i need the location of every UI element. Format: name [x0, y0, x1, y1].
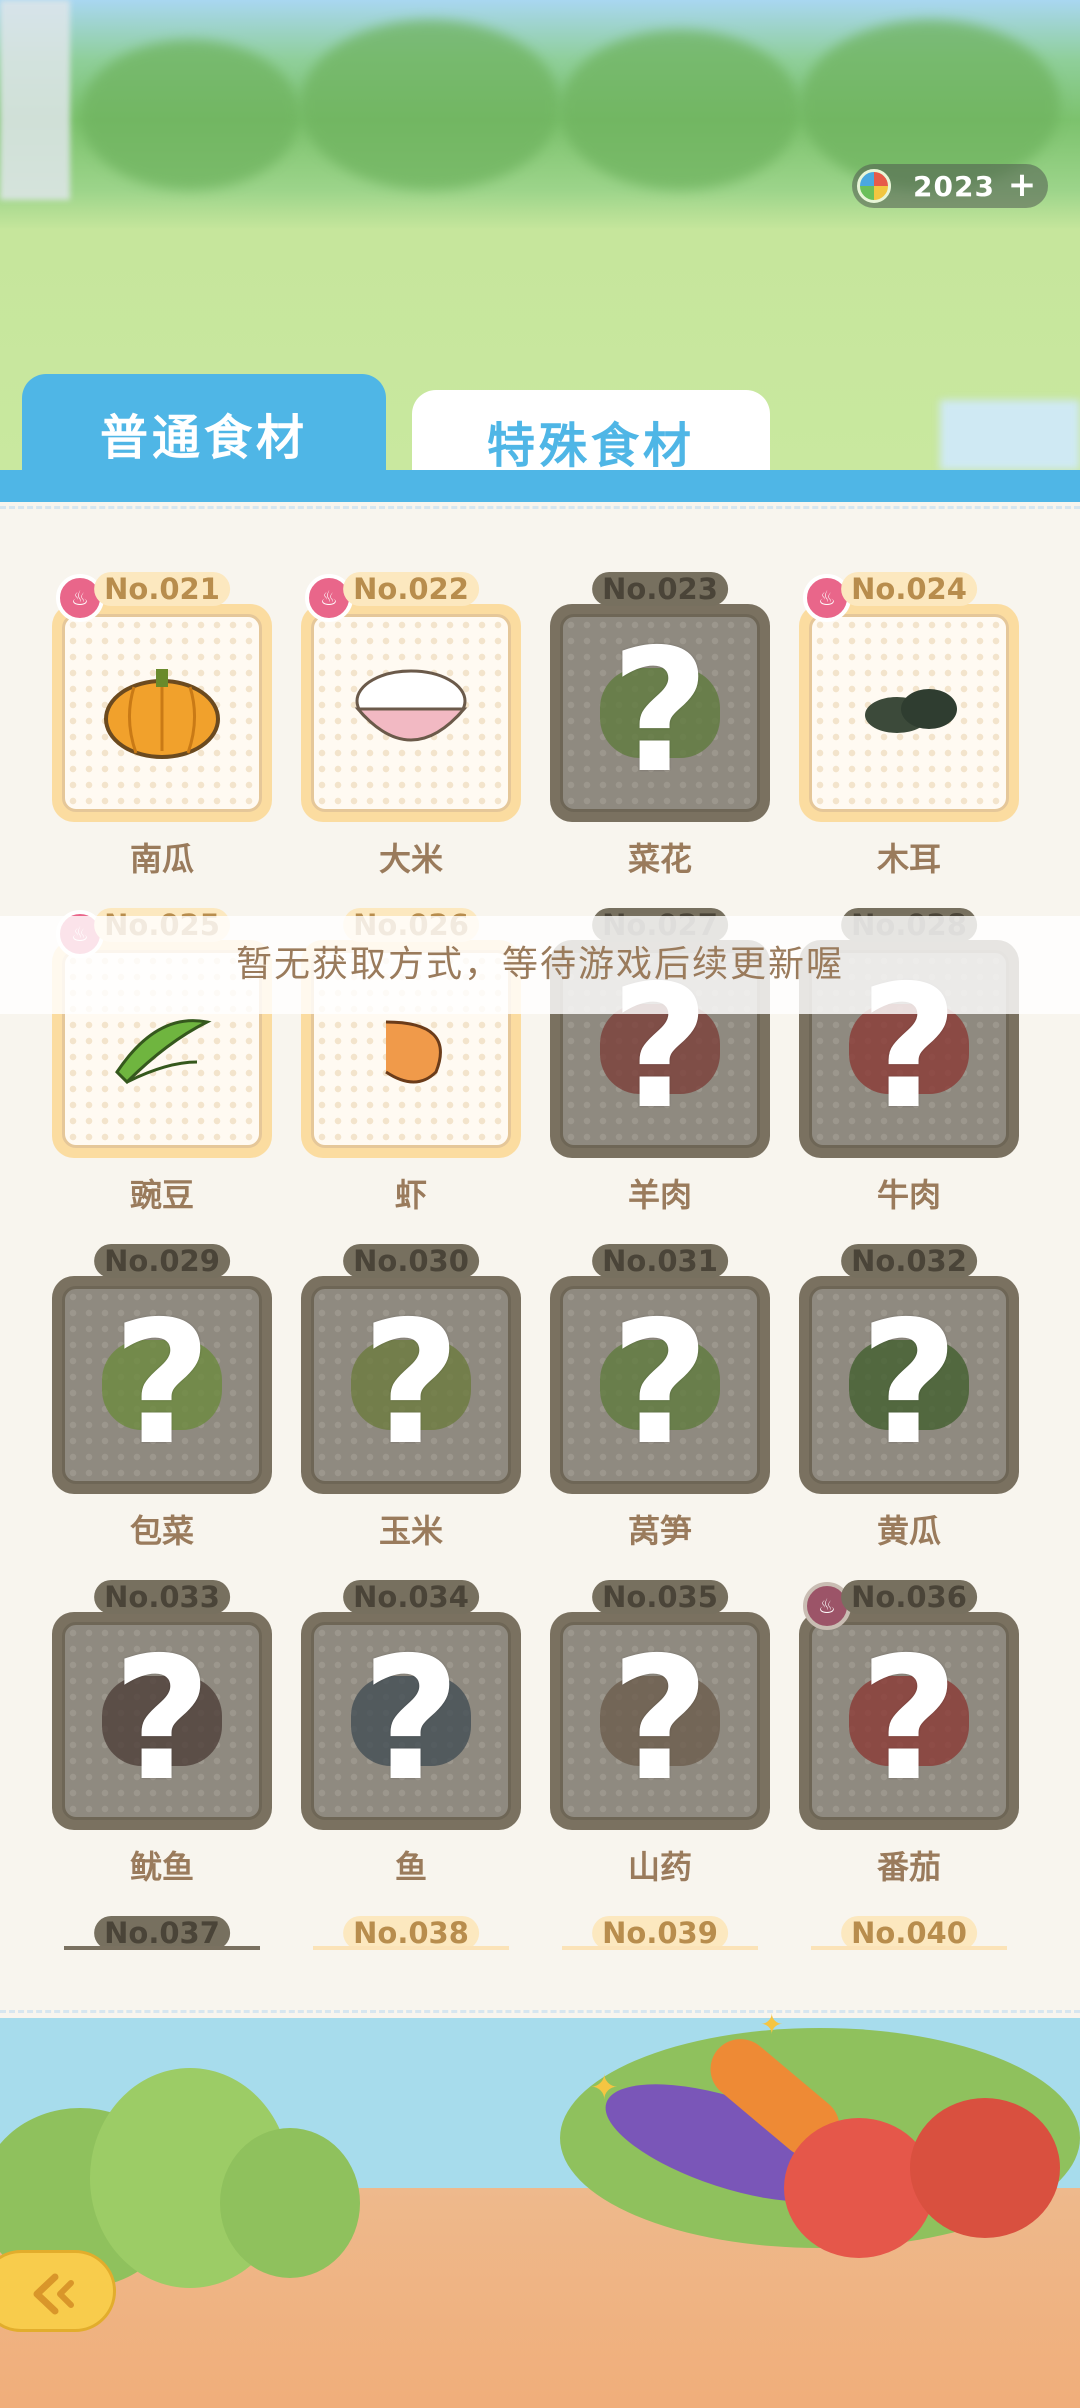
ingredient-name: 大米 — [378, 840, 443, 878]
toast-message: 暂无获取方式，等待游戏后续更新喔 — [0, 916, 1080, 1014]
ingredient-frame: ? — [799, 1276, 1019, 1494]
ingredient-number: No.029 — [94, 1244, 230, 1278]
ingredient-frame — [52, 604, 272, 822]
ingredient-frame — [301, 604, 521, 822]
question-mark-icon: ? — [112, 1621, 212, 1819]
ingredient-image: ? — [311, 1286, 511, 1484]
scenery-fence — [940, 400, 1080, 470]
ingredient-image — [62, 614, 262, 812]
ingredient-name: 南瓜 — [129, 840, 194, 878]
ingredient-number: No.037 — [94, 1916, 230, 1950]
ingredient-image: ? — [560, 614, 760, 812]
panel-bottom-divider — [0, 2010, 1080, 2013]
ingredient-number: No.035 — [592, 1580, 728, 1614]
ingredient-frame-edge — [562, 1946, 758, 1950]
question-mark-icon: ? — [610, 613, 710, 811]
question-mark-icon: ? — [859, 1621, 959, 1819]
ingredient-name: 番茄 — [876, 1848, 941, 1886]
ingredient-number: No.022 — [343, 572, 479, 606]
ingredient-number: No.030 — [343, 1244, 479, 1278]
ingredient-frame — [799, 604, 1019, 822]
ingredient-frame: ? — [52, 1612, 272, 1830]
scenery-tree — [560, 30, 800, 190]
ingredient-number: No.038 — [343, 1916, 479, 1950]
ingredient-frame-edge — [811, 1946, 1007, 1950]
bottom-scenery: ✦ ✦ — [0, 2008, 1080, 2408]
ingredient-name: 豌豆 — [129, 1176, 194, 1214]
ingredient-name: 包菜 — [129, 1512, 194, 1550]
question-mark-icon: ? — [112, 1285, 212, 1483]
panel-top-divider — [0, 506, 1080, 509]
ingredient-image: ? — [62, 1286, 262, 1484]
ingredient-name: 虾 — [394, 1176, 427, 1214]
plus-icon[interactable]: + — [1006, 168, 1038, 202]
currency-value: 2023 — [913, 169, 995, 203]
ingredient-frame-edge — [313, 1946, 509, 1950]
ingredient-name: 鱼 — [394, 1848, 427, 1886]
ingredient-image — [809, 614, 1009, 812]
ingredient-name: 黄瓜 — [876, 1512, 941, 1550]
ingredient-frame-edge — [64, 1946, 260, 1950]
ingredient-frame: ? — [550, 1276, 770, 1494]
pea-icon — [107, 1002, 217, 1096]
ingredient-name: 鱿鱼 — [129, 1848, 194, 1886]
ingredient-name: 木耳 — [876, 840, 941, 878]
ingredient-number: No.040 — [841, 1916, 977, 1950]
ingredient-name: 莴笋 — [627, 1512, 692, 1550]
ingredient-image: ? — [560, 1286, 760, 1484]
ingredient-image: ? — [809, 1286, 1009, 1484]
wood-ear-icon — [849, 671, 969, 755]
pumpkin-icon — [102, 661, 222, 765]
ingredient-number: No.033 — [94, 1580, 230, 1614]
ingredient-image — [311, 614, 511, 812]
ingredient-frame: ? — [550, 604, 770, 822]
ingredient-number: No.024 — [841, 572, 977, 606]
back-button[interactable] — [0, 2250, 116, 2332]
sparkle-icon: ✦ — [590, 2068, 619, 2108]
ingredient-number: No.021 — [94, 572, 230, 606]
question-mark-icon: ? — [610, 1285, 710, 1483]
rainbow-coin-icon — [857, 169, 891, 203]
ingredient-name: 牛肉 — [876, 1176, 941, 1214]
ingredient-number: No.023 — [592, 572, 728, 606]
scenery-pillar — [0, 0, 70, 200]
ingredient-image: ? — [62, 1622, 262, 1820]
ingredient-name: 山药 — [627, 1848, 692, 1886]
back-arrow-icon — [33, 2273, 74, 2315]
ingredient-number: No.032 — [841, 1244, 977, 1278]
rice-bowl-icon — [346, 661, 476, 765]
scenery-bush — [220, 2128, 360, 2278]
ingredient-number: No.031 — [592, 1244, 728, 1278]
ingredient-image: ? — [560, 1622, 760, 1820]
ingredient-name: 羊肉 — [627, 1176, 692, 1214]
scenery-tree — [80, 40, 300, 190]
tab-bar — [0, 470, 1080, 502]
scenery-tree — [300, 20, 560, 190]
ingredient-frame: ? — [52, 1276, 272, 1494]
question-mark-icon: ? — [361, 1621, 461, 1819]
tomato-icon — [784, 2118, 934, 2258]
tomato-icon — [910, 2098, 1060, 2238]
question-mark-icon: ? — [361, 1285, 461, 1483]
ingredient-image: ? — [311, 1622, 511, 1820]
shrimp-icon — [356, 1002, 466, 1096]
sparkle-icon: ✦ — [760, 2008, 784, 2041]
ingredient-number: No.039 — [592, 1916, 728, 1950]
ingredient-frame: ? — [301, 1276, 521, 1494]
ingredient-number: No.036 — [841, 1580, 977, 1614]
currency-display: 2023 + — [852, 164, 1048, 208]
question-mark-icon: ? — [610, 1621, 710, 1819]
ingredient-frame: ? — [301, 1612, 521, 1830]
ingredient-number: No.034 — [343, 1580, 479, 1614]
ingredient-frame: ? — [550, 1612, 770, 1830]
question-mark-icon: ? — [859, 1285, 959, 1483]
ingredient-frame: ? — [799, 1612, 1019, 1830]
ingredient-image: ? — [809, 1622, 1009, 1820]
ingredient-name: 玉米 — [378, 1512, 443, 1550]
ingredient-name: 菜花 — [627, 840, 692, 878]
